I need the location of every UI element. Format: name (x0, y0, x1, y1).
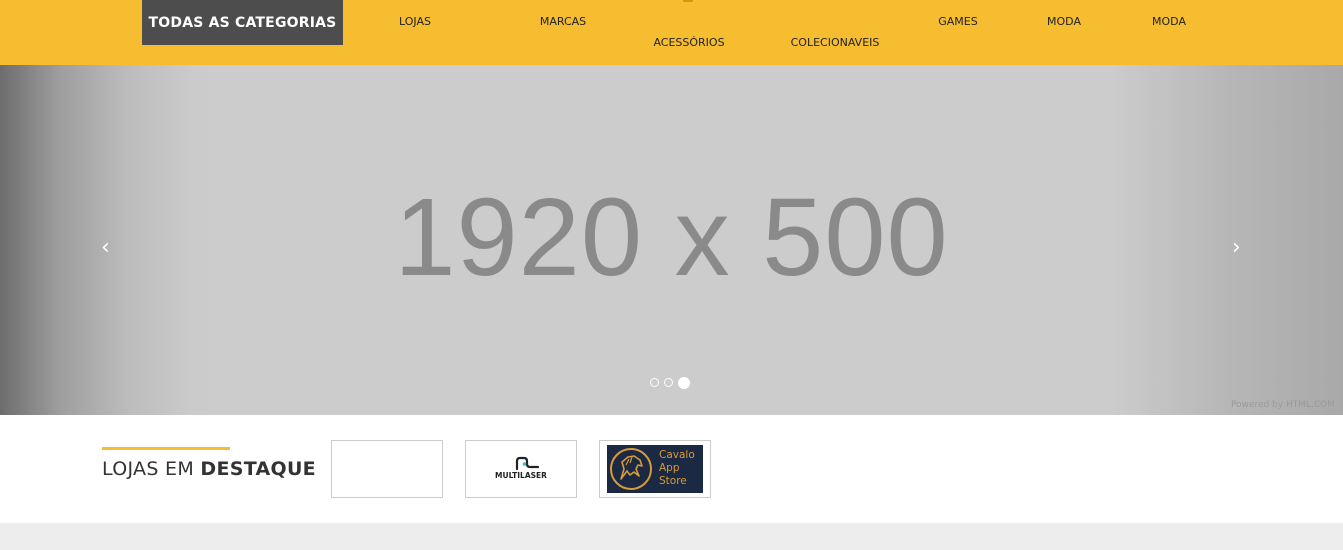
nav-item-lojas[interactable]: LOJAS (399, 15, 431, 28)
nav-item-colecionaveis[interactable]: COLECIONAVEIS (791, 36, 880, 49)
cavalo-logo-text: Cavalo App Store (659, 449, 695, 488)
multilaser-logo-text: MULTILASER (495, 471, 547, 480)
section-title: LOJAS EM DESTAQUE (102, 458, 316, 480)
slider-pagination (650, 377, 690, 389)
slider-dot-1[interactable] (650, 378, 659, 387)
section-title-bold: DESTAQUE (200, 458, 316, 480)
chevron-left-icon[interactable]: ‹ (101, 237, 110, 259)
all-categories-button[interactable]: TODAS AS CATEGORIAS (142, 0, 343, 45)
store-card-cavalo-app-store[interactable]: Cavalo App Store (599, 440, 711, 498)
store-card-multilaser[interactable]: MULTILASER (465, 440, 577, 498)
cavalo-app-store-logo: Cavalo App Store (607, 445, 703, 493)
cavalo-logo-line-3: Store (659, 475, 687, 487)
slide-placeholder-text: 1920 x 500 (394, 176, 949, 299)
horse-icon (610, 448, 652, 490)
multilaser-logo: MULTILASER (495, 456, 547, 480)
top-nav-bar: TODAS AS CATEGORIAS LOJAS MARCAS ACESSÓR… (0, 0, 1343, 65)
chevron-right-icon[interactable]: › (1232, 237, 1241, 259)
store-card-empty[interactable] (331, 440, 443, 498)
slider-dot-2[interactable] (664, 378, 673, 387)
cavalo-logo-line-1: Cavalo (659, 449, 695, 461)
nav-item-marcas[interactable]: MARCAS (540, 15, 586, 28)
nav-item-acessorios[interactable]: ACESSÓRIOS (653, 36, 724, 49)
hero-slider: 1920 x 500 ‹ › Powered by HTML.COM (0, 65, 1343, 415)
nav-item-moda-2[interactable]: MODA (1152, 15, 1186, 28)
powered-by-label: Powered by HTML.COM (1230, 400, 1335, 410)
nav-indicator-mark (683, 0, 693, 2)
section-title-underline (102, 447, 230, 450)
nav-item-moda[interactable]: MODA (1047, 15, 1081, 28)
section-title-light: LOJAS EM (102, 458, 201, 480)
nav-item-games[interactable]: GAMES (938, 15, 977, 28)
cavalo-logo-line-2: App (659, 462, 680, 474)
featured-stores-section: LOJAS EM DESTAQUE MULTILASER Cavalo App … (0, 415, 1343, 523)
slider-dot-3[interactable] (678, 377, 690, 389)
